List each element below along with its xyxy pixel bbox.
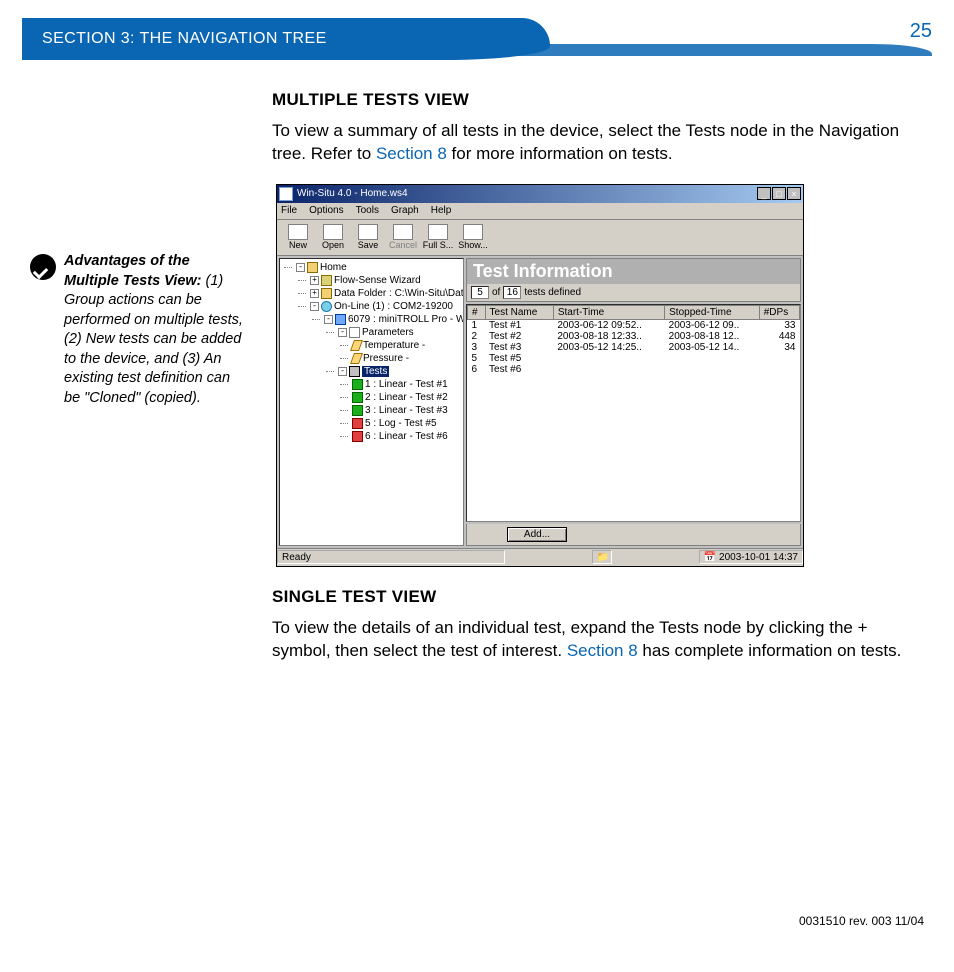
tree-online[interactable]: On-Line (1) : COM2-19200 — [334, 301, 453, 312]
parameters-icon — [349, 327, 360, 338]
single-paragraph: To view the details of an individual tes… — [272, 617, 912, 663]
sidenote-body: (1) Group actions can be performed on mu… — [64, 273, 243, 406]
col-name[interactable]: Test Name — [485, 305, 553, 319]
open-icon — [323, 224, 343, 240]
tree-temperature[interactable]: Temperature - — [363, 340, 425, 351]
tests-total-count: 16 — [503, 286, 521, 299]
tree-test-2[interactable]: 2 : Linear - Test #2 — [365, 392, 448, 403]
sidenote-advantages: Advantages of the Multiple Tests View: (… — [30, 252, 248, 409]
test-info-panel: Test Information 5 of 16 tests defined #… — [466, 258, 801, 546]
link-section-8-a[interactable]: Section 8 — [376, 144, 447, 163]
tree-parameters[interactable]: Parameters — [362, 327, 414, 338]
col-dps[interactable]: #DPs — [759, 305, 799, 319]
app-icon — [279, 187, 293, 201]
close-button[interactable]: × — [787, 187, 801, 200]
folder-icon — [321, 288, 332, 299]
sidenote-bold: Advantages of the Multiple Tests View: — [64, 253, 202, 289]
fullscreen-icon — [428, 224, 448, 240]
tree-flowsense[interactable]: Flow-Sense Wizard — [334, 275, 421, 286]
heading-single-test: SINGLE TEST VIEW — [272, 587, 924, 607]
save-icon — [358, 224, 378, 240]
app-window: Win-Situ 4.0 - Home.ws4 _ □ × File Optio… — [276, 184, 804, 567]
test-ok-icon — [352, 405, 363, 416]
toolbar-show[interactable]: Show... — [456, 222, 490, 253]
header-tail — [523, 44, 933, 54]
tree-datafolder[interactable]: Data Folder : C:\Win-Situ\Data — [334, 288, 464, 299]
heading-multiple-tests: MULTIPLE TESTS VIEW — [272, 90, 924, 110]
table-row[interactable]: 2Test #22003-08-18 12:33..2003-08-18 12.… — [468, 331, 800, 342]
online-icon — [321, 301, 332, 312]
page-number: 25 — [910, 20, 932, 43]
menu-bar: File Options Tools Graph Help — [277, 203, 803, 220]
tree-test-6[interactable]: 6 : Linear - Test #6 — [365, 431, 448, 442]
toolbar-save[interactable]: Save — [351, 222, 385, 253]
menu-options[interactable]: Options — [309, 205, 343, 216]
multi-text-b: for more information on tests. — [447, 144, 673, 163]
col-num[interactable]: # — [468, 305, 486, 319]
single-text-b: has complete information on tests. — [638, 641, 902, 660]
panel-buttons: Add... — [466, 524, 801, 546]
maximize-button[interactable]: □ — [772, 187, 786, 200]
toolbar-fullscreen[interactable]: Full S... — [421, 222, 455, 253]
test-ok-icon — [352, 379, 363, 390]
link-section-8-b[interactable]: Section 8 — [567, 641, 638, 660]
col-start[interactable]: Start-Time — [553, 305, 664, 319]
menu-file[interactable]: File — [281, 205, 297, 216]
toolbar: New Open Save Cancel Full S... Show... — [277, 220, 803, 256]
pencil-icon — [350, 353, 363, 364]
table-row[interactable]: 3Test #32003-05-12 14:25..2003-05-12 14.… — [468, 342, 800, 353]
pencil-icon — [350, 340, 363, 351]
device-icon — [335, 314, 346, 325]
menu-help[interactable]: Help — [431, 205, 452, 216]
tests-table[interactable]: # Test Name Start-Time Stopped-Time #DPs… — [466, 304, 801, 522]
table-row[interactable]: 6Test #6 — [468, 364, 800, 375]
toolbar-new[interactable]: New — [281, 222, 315, 253]
navigation-tree[interactable]: -Home +Flow-Sense Wizard +Data Folder : … — [279, 258, 464, 546]
menu-graph[interactable]: Graph — [391, 205, 419, 216]
table-row[interactable]: 1Test #12003-06-12 09:52..2003-06-12 09.… — [468, 319, 800, 331]
status-datetime: 📅 2003-10-01 14:37 — [699, 550, 803, 564]
table-row[interactable]: 5Test #5 — [468, 353, 800, 364]
tree-test-1[interactable]: 1 : Linear - Test #1 — [365, 379, 448, 390]
toolbar-cancel: Cancel — [386, 222, 420, 253]
col-stop[interactable]: Stopped-Time — [665, 305, 760, 319]
tree-tests-selected[interactable]: Tests — [362, 366, 389, 377]
footer-revision: 0031510 rev. 003 11/04 — [799, 914, 924, 928]
test-x-icon — [352, 431, 363, 442]
tests-icon — [349, 366, 360, 377]
page-header: SECTION 3: THE NAVIGATION TREE 25 — [22, 18, 932, 60]
tree-pressure[interactable]: Pressure - — [363, 353, 409, 364]
tree-test-5[interactable]: 5 : Log - Test #5 — [365, 418, 437, 429]
menu-tools[interactable]: Tools — [356, 205, 379, 216]
test-x-icon — [352, 418, 363, 429]
status-icon: 📁 — [592, 550, 612, 564]
tree-test-3[interactable]: 3 : Linear - Test #3 — [365, 405, 448, 416]
tests-shown-count: 5 — [471, 286, 489, 299]
panel-count-row: 5 of 16 tests defined — [466, 284, 801, 302]
show-icon — [463, 224, 483, 240]
test-ok-icon — [352, 392, 363, 403]
checkmark-icon — [30, 254, 56, 280]
home-icon — [307, 262, 318, 273]
tree-home[interactable]: Home — [320, 262, 347, 273]
add-button[interactable]: Add... — [507, 527, 567, 542]
panel-title: Test Information — [466, 258, 801, 284]
new-icon — [288, 224, 308, 240]
tree-device[interactable]: 6079 : miniTROLL Pro - W2B — [348, 314, 464, 325]
window-titlebar[interactable]: Win-Situ 4.0 - Home.ws4 _ □ × — [277, 185, 803, 203]
multi-paragraph: To view a summary of all tests in the de… — [272, 120, 912, 166]
section-title: SECTION 3: THE NAVIGATION TREE — [22, 30, 327, 48]
minimize-button[interactable]: _ — [757, 187, 771, 200]
status-ready: Ready — [277, 550, 505, 564]
sidenote-text: Advantages of the Multiple Tests View: (… — [64, 252, 248, 409]
window-title: Win-Situ 4.0 - Home.ws4 — [297, 188, 408, 199]
wizard-icon — [321, 275, 332, 286]
status-bar: Ready 📁 📅 2003-10-01 14:37 — [277, 548, 803, 566]
cancel-icon — [393, 224, 413, 240]
toolbar-open[interactable]: Open — [316, 222, 350, 253]
